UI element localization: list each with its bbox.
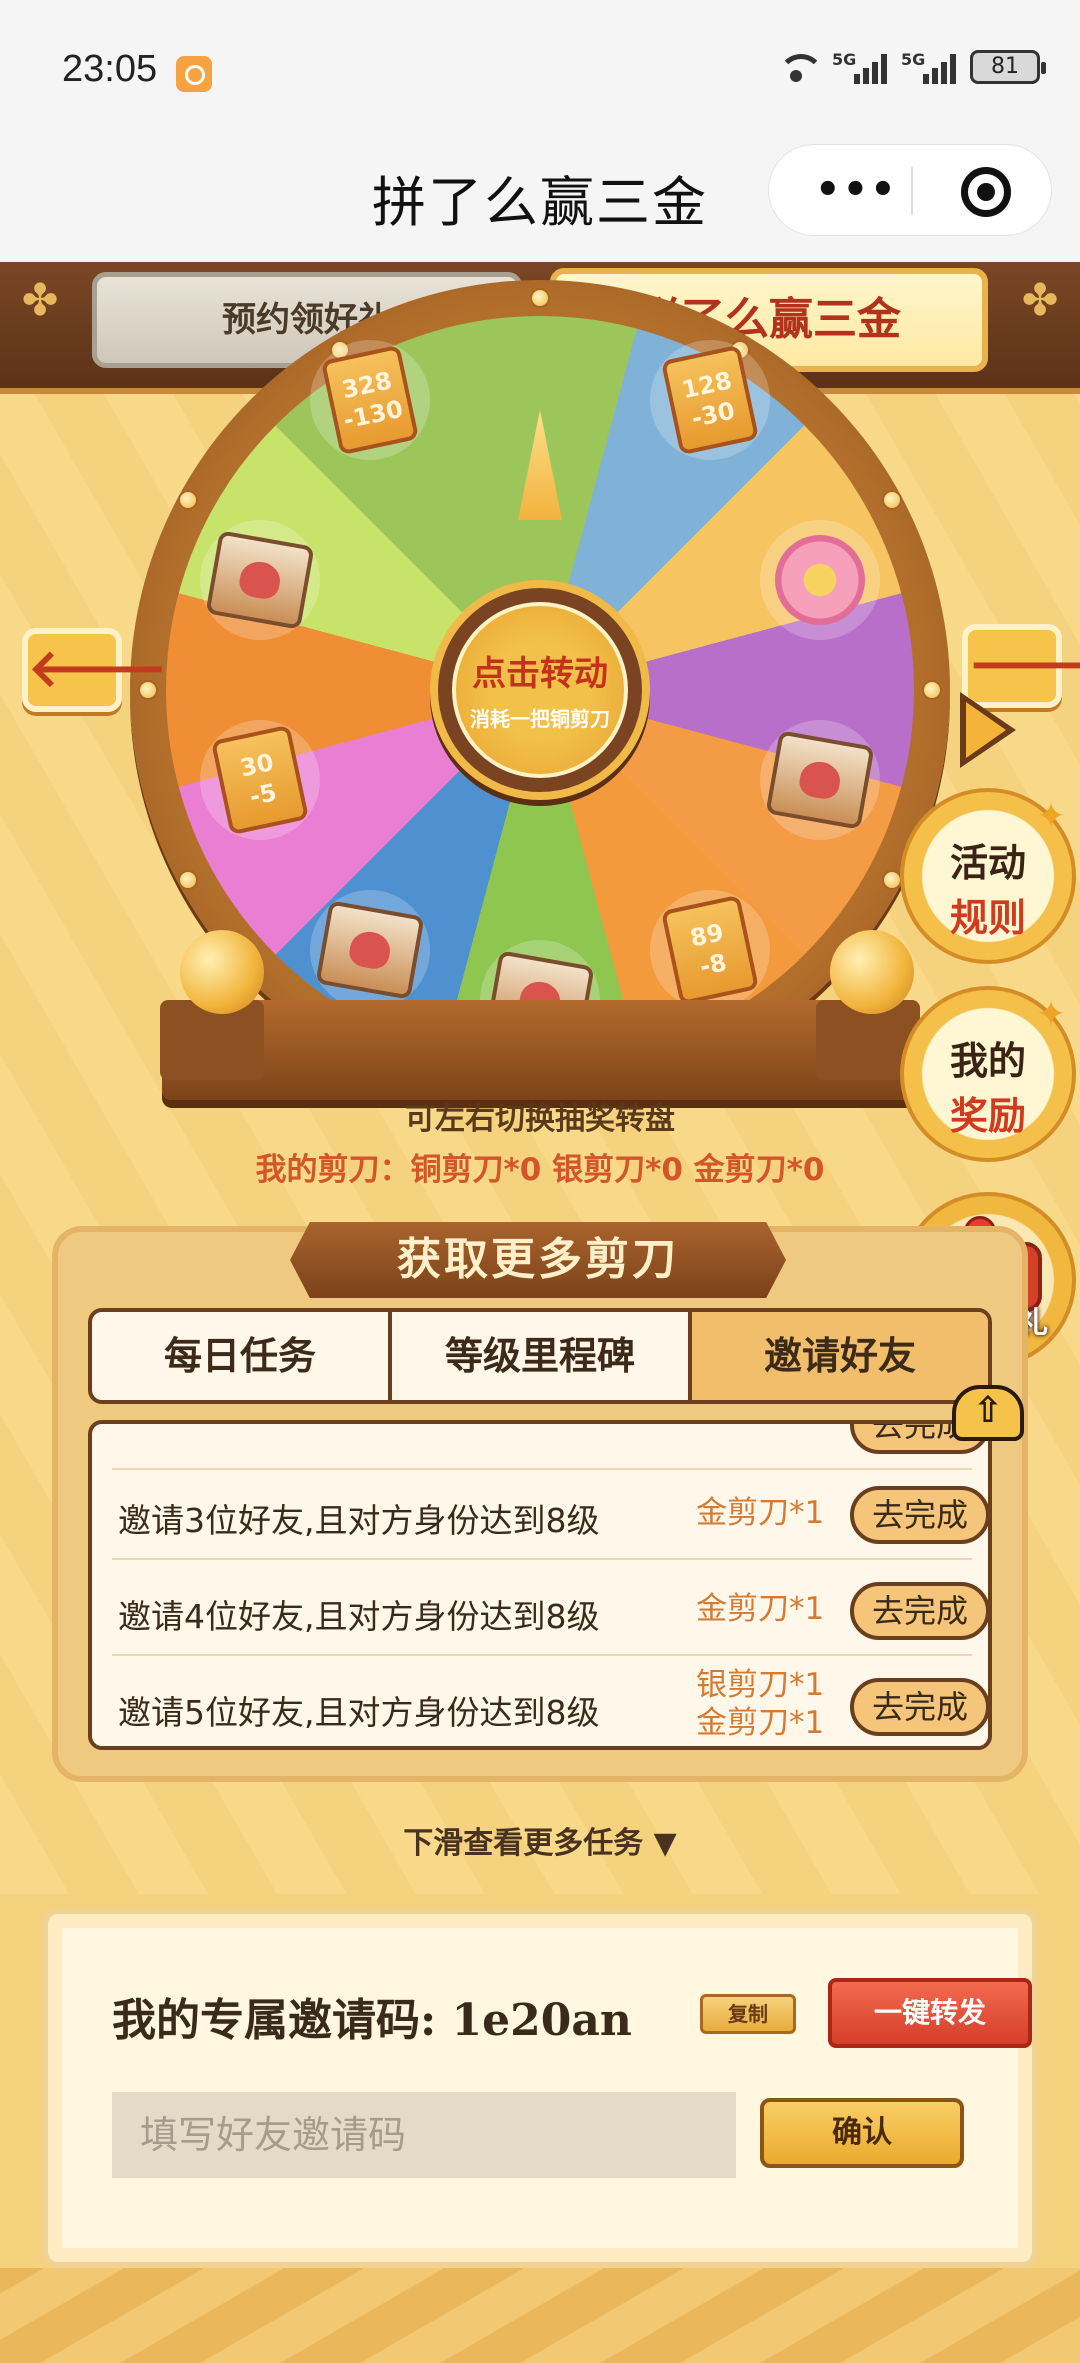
go-complete-button[interactable]: 去完成 [850,1678,988,1736]
wheel-bulb [922,680,942,700]
play-triangle-icon[interactable] [960,692,1016,768]
status-time: 23:05 [62,48,158,90]
star-icon: ✦ [1035,796,1066,837]
prize-lotus [760,520,880,640]
stand-ball [180,930,264,1014]
task-description: 邀请3位好友,且对方身份达到8级 [118,1501,600,1540]
prize-coupon-30: 30 -5 [200,720,320,840]
wifi-icon [774,50,824,84]
copy-code-button[interactable]: 复制 [700,1994,796,2034]
game-box-icon [205,530,315,630]
prize-card-pack [310,890,430,1010]
go-complete-button[interactable]: 去完成 [850,1486,988,1544]
task-reward: 金剪刀*1 [696,1495,825,1531]
scroll-more-tasks-hint: 下滑查看更多任务 ▼ [403,1826,677,1861]
nav-bar: 拼了么赢三金 ••• [0,140,1080,262]
activity-rules-button[interactable]: ✦ 活动 规则 [900,788,1076,964]
task-tabs: 每日任务 等级里程碑 邀请好友 [88,1308,992,1404]
spin-label: 点击转动 [472,654,608,694]
wheel-bulb [178,490,198,510]
wheel-bulb [530,288,550,308]
task-description: 邀请4位好友,且对方身份达到8级 [118,1597,600,1636]
prev-wheel-arrow-icon[interactable]: 🡐 [22,628,167,712]
prize-gift-box [760,720,880,840]
close-miniapp-icon[interactable] [961,167,1011,217]
wheel-bulb [882,870,902,890]
star-icon: ✦ [1035,994,1066,1035]
go-complete-button[interactable]: 去完成 [850,1582,988,1640]
wheel-bulb [882,490,902,510]
card-icon [315,900,425,1000]
one-click-share-button[interactable]: 一键转发 [828,1978,1032,2048]
task-description: 邀请5位好友,且对方身份达到8级 [118,1693,600,1732]
my-invite-code: 我的专属邀请码: 1e20an [112,1995,632,2046]
task-list[interactable]: 去完成 邀请3位好友,且对方身份达到8级 金剪刀*1 去完成 邀请4位好友,且对… [88,1420,992,1750]
tab-invite-friends[interactable]: 邀请好友 [692,1312,988,1400]
spin-cost-label: 消耗一把铜剪刀 [470,707,610,731]
list-item: 邀请3位好友,且对方身份达到8级 金剪刀*1 去完成 [112,1466,988,1560]
signal-icon: 5G [832,50,887,84]
battery-icon: 81 [970,50,1046,84]
tab-daily-tasks[interactable]: 每日任务 [92,1312,392,1400]
switch-wheel-hint: 可左右切换抽奖转盘 [405,1102,675,1137]
task-panel-title: 获取更多剪刀 [290,1222,786,1298]
gift-icon [765,730,875,830]
prize-coupon-89: 89 -8 [650,890,770,1010]
list-item: 邀请4位好友,且对方身份达到8级 金剪刀*1 去完成 [112,1562,988,1656]
friend-invite-code-input[interactable] [112,2092,736,2178]
prize-coupon-328: 328 -130 [310,340,430,460]
bottom-decoration [0,2268,1080,2363]
task-reward: 金剪刀*1 [696,1591,825,1627]
task-reward-2: 金剪刀*1 [696,1705,825,1741]
more-icon[interactable]: ••• [815,170,898,210]
confirm-button[interactable]: 确认 [760,2098,964,2168]
app-notification-icon [176,56,212,92]
list-item: 邀请5位好友,且对方身份达到8级 银剪刀*1 金剪刀*1 去完成 [112,1658,988,1746]
scroll-to-top-icon[interactable]: ⇧ [952,1385,1024,1441]
tab-level-milestones[interactable]: 等级里程碑 [392,1312,692,1400]
spin-button[interactable]: 点击转动 消耗一把铜剪刀 [430,580,650,800]
miniapp-capsule: ••• [768,144,1052,236]
invite-card [42,1908,1038,2268]
task-reward: 银剪刀*1 [696,1667,825,1703]
signal-icon-2: 5G [901,50,956,84]
status-bar: 23:05 5G 5G 81 [0,0,1080,140]
list-item: 去完成 [112,1424,988,1470]
my-scissors-count: 我的剪刀：铜剪刀*0 银剪刀*0 金剪刀*0 [255,1152,825,1188]
prize-game-box [200,520,320,640]
prize-coupon-128: 128 -30 [650,340,770,460]
lotus-icon [775,535,865,625]
wheel-bulb [178,870,198,890]
chinese-knot-icon-right: ✤ [1021,275,1059,326]
stand-ball [830,930,914,1014]
wheel-stand [162,1000,918,1100]
chinese-knot-icon: ✤ [21,275,59,326]
